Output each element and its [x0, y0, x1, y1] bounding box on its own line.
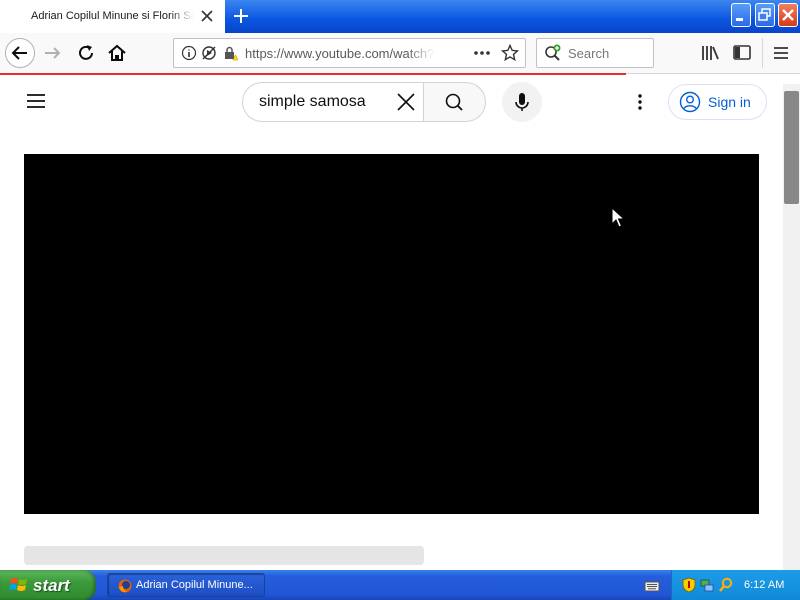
- library-icon[interactable]: [700, 44, 720, 62]
- security-shield-icon[interactable]: [681, 577, 697, 593]
- clock: 6:12 AM: [744, 579, 785, 591]
- youtube-search-button[interactable]: [423, 82, 486, 122]
- toolbar-divider: [762, 38, 763, 68]
- hamburger-menu-icon[interactable]: [771, 44, 791, 62]
- clear-search-icon[interactable]: [395, 91, 417, 113]
- network-icon[interactable]: [699, 577, 715, 593]
- voice-search-button[interactable]: [502, 82, 542, 122]
- keyboard-icon[interactable]: [644, 578, 660, 594]
- microphone-icon: [515, 93, 529, 111]
- youtube-search-input[interactable]: simple samosa: [259, 93, 366, 111]
- account-icon: [679, 91, 701, 113]
- home-icon[interactable]: [105, 41, 129, 65]
- forward-arrow-icon[interactable]: [41, 41, 65, 65]
- url-text[interactable]: https://www.youtube.com/watch?v=: [245, 46, 435, 61]
- info-icon[interactable]: [181, 45, 197, 61]
- video-player[interactable]: [24, 154, 759, 514]
- search-icon: [445, 93, 463, 111]
- mouse-cursor-icon: [611, 207, 625, 228]
- loading-placeholder: [24, 546, 424, 565]
- back-button[interactable]: [5, 38, 35, 68]
- tab-title: Adrian Copilul Minune si Florin Salam: [31, 10, 194, 22]
- sign-in-label: Sign in: [708, 94, 751, 110]
- minimize-button[interactable]: [731, 3, 751, 27]
- search-placeholder: Search: [568, 46, 610, 61]
- guide-menu-icon[interactable]: [25, 90, 47, 112]
- reload-icon[interactable]: [74, 41, 98, 65]
- firefox-icon: [118, 579, 132, 593]
- autoplay-blocked-icon[interactable]: [201, 45, 217, 61]
- back-arrow-icon: [11, 46, 27, 60]
- windows-logo-icon: [9, 578, 27, 591]
- close-window-button[interactable]: [778, 3, 798, 27]
- page-load-progress: [0, 73, 626, 75]
- start-label: start: [33, 576, 70, 595]
- search-tray-icon[interactable]: [718, 577, 734, 593]
- taskbar-window-label: Adrian Copilul Minune...: [136, 579, 253, 591]
- page-actions-icon[interactable]: [472, 45, 492, 61]
- new-tab-icon[interactable]: [231, 6, 251, 26]
- insecure-lock-icon[interactable]: [222, 45, 238, 61]
- scrollbar-thumb[interactable]: [784, 91, 799, 204]
- restore-button[interactable]: [755, 3, 775, 27]
- close-tab-icon[interactable]: [199, 8, 215, 24]
- more-options-icon[interactable]: [630, 92, 650, 112]
- bookmark-star-icon[interactable]: [501, 44, 519, 62]
- search-engine-icon[interactable]: [544, 44, 564, 62]
- sidebar-icon[interactable]: [732, 44, 752, 62]
